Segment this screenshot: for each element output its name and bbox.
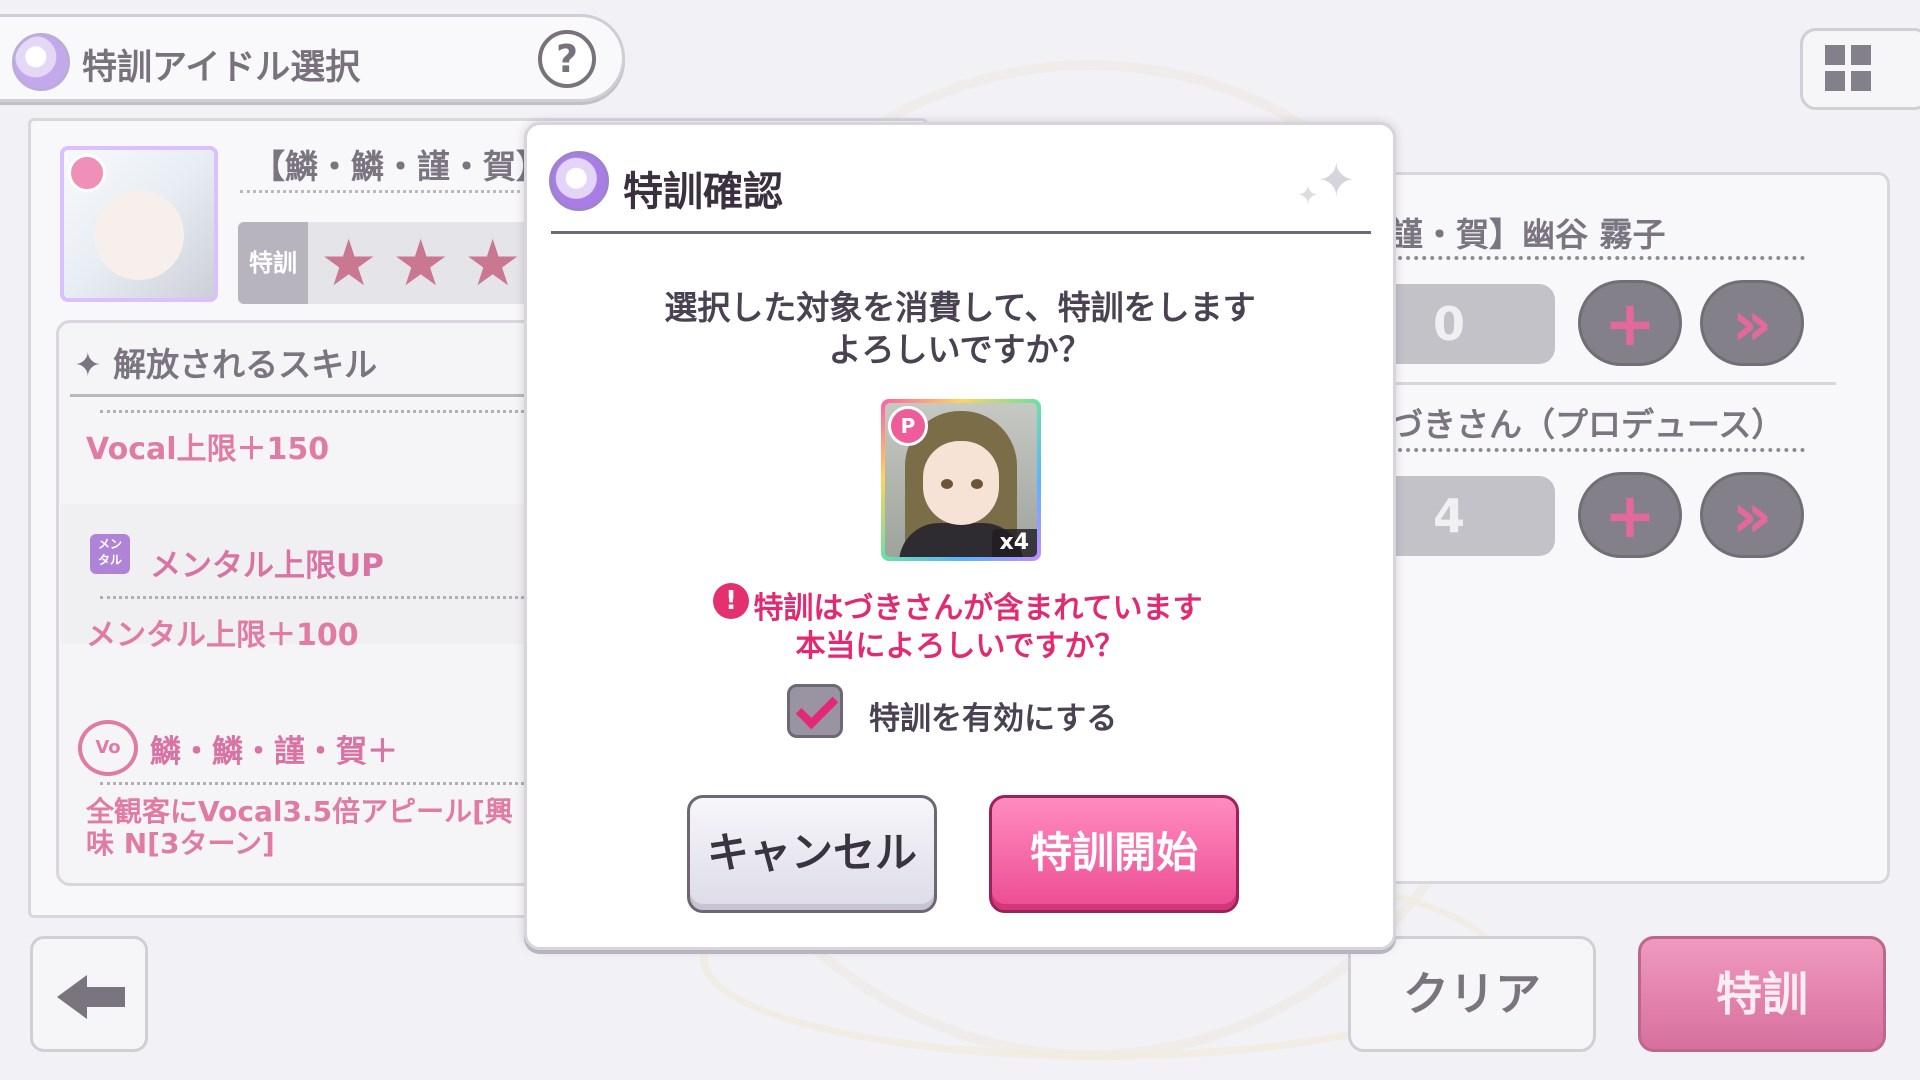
start-tokkun-button[interactable]: 特訓開始	[989, 795, 1239, 913]
portrait-eye	[971, 479, 983, 489]
dialog-message: よろしいですか？	[828, 330, 1092, 369]
dialog-emblem-icon	[549, 151, 609, 211]
tokkun-confirm-dialog: 特訓確認 ✦ ✦ 選択した対象を消費して、特訓をします よろしいですか？ P x…	[524, 122, 1396, 950]
cancel-button[interactable]: キャンセル	[687, 795, 937, 913]
warning-message: 本当によろしいですか？	[795, 629, 1125, 664]
dialog-title: 特訓確認	[623, 169, 783, 215]
enable-tokkun-checkbox[interactable]	[787, 684, 843, 738]
portrait-eye	[941, 479, 953, 489]
dialog-message: 選択した対象を消費して、特訓をします	[664, 288, 1256, 327]
enable-tokkun-label[interactable]: 特訓を有効にする	[869, 693, 1117, 738]
item-count: x4	[991, 529, 1037, 557]
produce-badge-icon: P	[888, 406, 928, 446]
checkmark-icon	[795, 686, 839, 730]
consumed-item-thumbnail: P x4	[881, 399, 1041, 561]
divider	[551, 231, 1371, 234]
sparkle-icon: ✦	[1317, 153, 1356, 207]
portrait-face	[923, 441, 999, 525]
sparkle-icon: ✦	[1297, 181, 1319, 211]
